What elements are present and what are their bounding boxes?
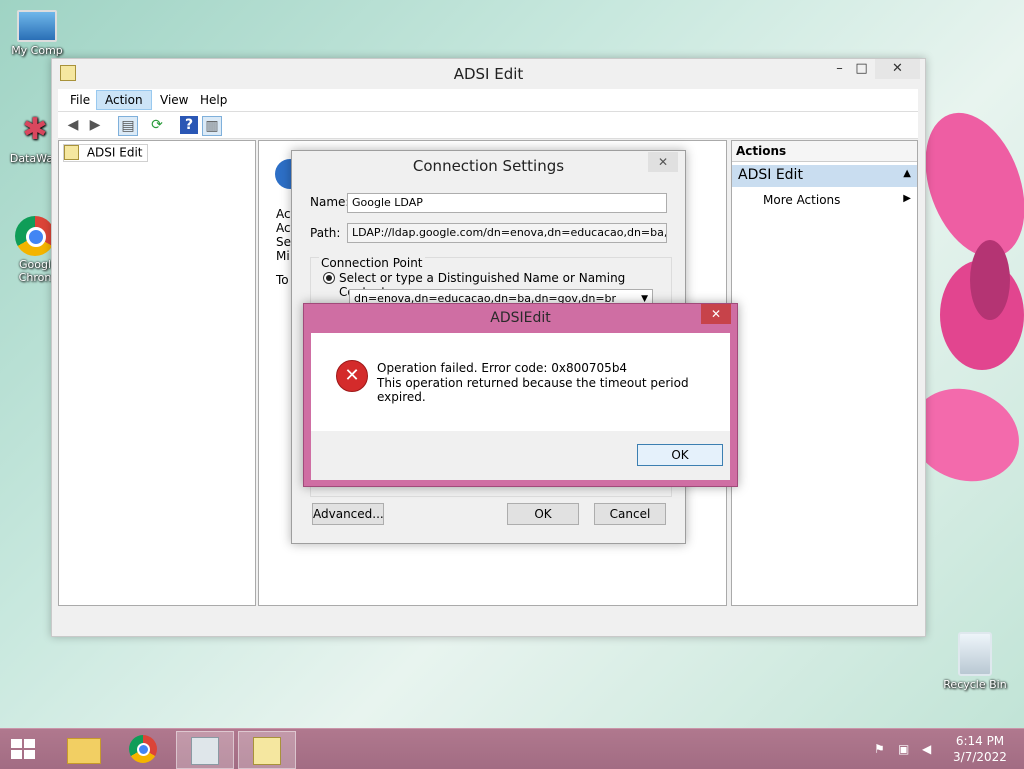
actions-pane: Actions ADSI Edit ▲ More Actions ▶ bbox=[731, 140, 918, 606]
refresh-icon[interactable]: ⟳ bbox=[148, 116, 166, 134]
error-message-line2: This operation returned because the time… bbox=[377, 376, 689, 404]
dialog-title: Connection Settings bbox=[412, 157, 565, 175]
connection-ok-button[interactable]: OK bbox=[507, 503, 579, 525]
tree-item-label: ADSI Edit bbox=[86, 145, 143, 160]
volume-icon[interactable]: ◀ bbox=[922, 742, 938, 756]
help-icon[interactable]: ? bbox=[180, 116, 198, 134]
actions-section-label: ADSI Edit bbox=[738, 167, 803, 183]
folder-icon bbox=[67, 738, 101, 764]
clock-time: 6:14 PM bbox=[955, 734, 1005, 748]
back-icon[interactable]: ◀ bbox=[64, 116, 82, 134]
error-icon: ✕ bbox=[336, 360, 368, 392]
dn-radio[interactable] bbox=[323, 272, 335, 284]
close-button[interactable]: ✕ bbox=[875, 59, 920, 79]
taskbar: ⚑ ▣ ◀ 6:14 PM 3/7/2022 bbox=[0, 728, 1024, 769]
actions-header: Actions bbox=[732, 141, 917, 162]
datawag-icon: ✱ bbox=[22, 112, 48, 147]
chrome-icon bbox=[129, 735, 157, 763]
taskbar-file-explorer[interactable] bbox=[56, 731, 112, 767]
advanced-button[interactable]: Advanced... bbox=[312, 503, 384, 525]
tree-item-adsi-edit[interactable]: ADSI Edit bbox=[63, 144, 148, 162]
show-hide-console-tree-icon[interactable]: ▤ bbox=[118, 116, 138, 136]
action-more-actions[interactable]: More Actions ▶ bbox=[732, 191, 917, 209]
path-field[interactable]: LDAP://ldap.google.com/dn=enova,dn=educa… bbox=[347, 223, 667, 243]
computer-icon bbox=[17, 10, 57, 42]
name-field[interactable]: Google LDAP bbox=[347, 193, 667, 213]
taskbar-app[interactable] bbox=[176, 731, 234, 769]
forward-icon[interactable]: ▶ bbox=[86, 116, 104, 134]
recycle-bin-icon bbox=[958, 632, 992, 676]
menu-help[interactable]: Help bbox=[192, 91, 235, 109]
taskbar-chrome[interactable] bbox=[116, 731, 172, 767]
window-title: ADSI Edit bbox=[453, 65, 524, 83]
error-message-line1: Operation failed. Error code: 0x800705b4 bbox=[377, 361, 628, 375]
collapse-up-icon: ▲ bbox=[903, 168, 911, 179]
menu-bar: File Action View Help bbox=[58, 89, 918, 112]
error-dialog: ADSIEdit ✕ ✕ Operation failed. Error cod… bbox=[303, 303, 738, 487]
error-dialog-body: ✕ Operation failed. Error code: 0x800705… bbox=[311, 333, 730, 480]
desktop-icon-label: Recycle Bin bbox=[943, 678, 1007, 691]
network-icon[interactable]: ▣ bbox=[898, 742, 914, 756]
show-hide-action-pane-icon[interactable]: ▥ bbox=[202, 116, 222, 136]
menu-file[interactable]: File bbox=[62, 91, 98, 109]
connection-cancel-button[interactable]: Cancel bbox=[594, 503, 666, 525]
error-dialog-title: ADSIEdit bbox=[490, 310, 551, 326]
clock[interactable]: 6:14 PM 3/7/2022 bbox=[946, 733, 1014, 765]
windows-logo-icon bbox=[11, 739, 35, 759]
desktop-icon-label: Googl Chron bbox=[18, 258, 52, 284]
error-ok-button[interactable]: OK bbox=[637, 444, 723, 466]
actions-section-adsi-edit[interactable]: ADSI Edit ▲ bbox=[732, 165, 917, 187]
title-bar[interactable]: ADSI Edit – □ ✕ bbox=[52, 59, 925, 87]
start-button[interactable] bbox=[8, 735, 38, 763]
chrome-icon bbox=[15, 216, 55, 256]
taskbar-adsi-edit[interactable] bbox=[238, 731, 296, 769]
menu-action[interactable]: Action bbox=[96, 90, 152, 110]
tree-pane: ADSI Edit bbox=[58, 140, 256, 606]
group-label: Connection Point bbox=[319, 256, 425, 270]
path-label: Path: bbox=[310, 226, 341, 240]
action-label: More Actions bbox=[763, 193, 841, 207]
error-dialog-footer: OK bbox=[311, 431, 730, 480]
dialog-close-button[interactable]: ✕ bbox=[648, 152, 678, 172]
toolbar: ◀ ▶ ▤ ⟳ ? ▥ bbox=[58, 112, 918, 139]
desktop-icon-my-computer[interactable]: My Comp bbox=[2, 10, 72, 57]
adsi-edit-icon bbox=[253, 737, 281, 765]
name-label: Name: bbox=[310, 195, 350, 209]
submenu-arrow-icon: ▶ bbox=[903, 193, 911, 204]
error-dialog-close-button[interactable]: ✕ bbox=[701, 304, 731, 324]
desktop-icon-recycle-bin[interactable]: Recycle Bin bbox=[940, 632, 1010, 691]
menu-view[interactable]: View bbox=[152, 91, 196, 109]
adsi-edit-icon bbox=[64, 145, 79, 160]
clock-date: 3/7/2022 bbox=[953, 750, 1007, 764]
desktop-icon-label: My Comp bbox=[11, 44, 63, 57]
action-center-icon[interactable]: ⚑ bbox=[874, 742, 888, 756]
app-icon bbox=[191, 737, 219, 765]
